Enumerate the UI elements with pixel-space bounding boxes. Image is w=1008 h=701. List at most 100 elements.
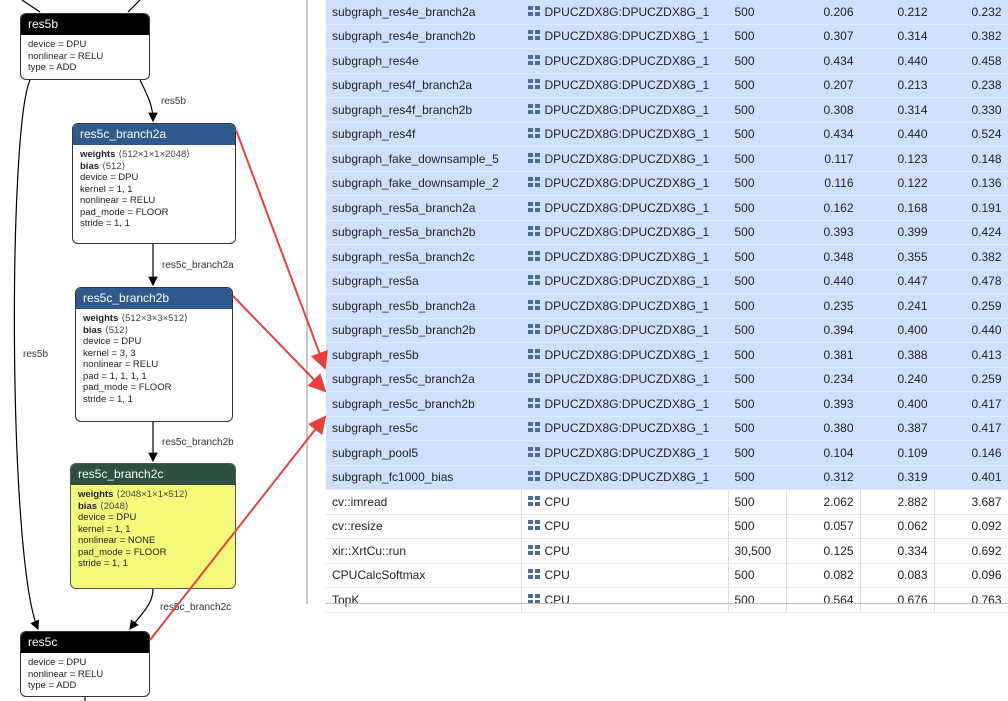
table-row[interactable]: subgraph_fake_downsample_5 DPUCZDX8G:DPUC… bbox=[326, 146, 1008, 172]
device-label: DPUCZDX8G:DPUCZDX8G_1 bbox=[544, 151, 710, 166]
cell-subgraph-name: subgraph_res5c_branch2a bbox=[326, 367, 522, 392]
cell-min: 0.348 bbox=[786, 244, 861, 270]
cell-avg: 0.213 bbox=[860, 73, 935, 98]
cell-runs: 30,500 bbox=[728, 538, 787, 564]
cell-device: DPUCZDX8G:DPUCZDX8G_1 bbox=[521, 318, 729, 343]
weights-label: weights bbox=[78, 489, 114, 500]
cell-avg: 0.083 bbox=[860, 563, 935, 588]
table-row[interactable]: subgraph_fake_downsample_2 DPUCZDX8G:DPUC… bbox=[326, 171, 1008, 196]
cell-subgraph-name: subgraph_res5a_branch2a bbox=[326, 195, 522, 221]
table-row[interactable]: subgraph_res5a DPUCZDX8G:DPUCZDX8G_1 500 0.… bbox=[326, 269, 1008, 294]
node-attr: stride = 1, 1 bbox=[78, 558, 128, 569]
table-row[interactable]: subgraph_res5b DPUCZDX8G:DPUCZDX8G_1 500 0.… bbox=[326, 342, 1008, 368]
table-row[interactable]: subgraph_fc1000_bias DPUCZDX8G:DPUCZDX8G_… bbox=[326, 465, 1008, 490]
node-attr: device = DPU bbox=[78, 512, 137, 523]
cell-subgraph-name: subgraph_res5a_branch2c bbox=[326, 244, 522, 270]
device-label: DPUCZDX8G:DPUCZDX8G_1 bbox=[544, 102, 710, 117]
weights-label: weights bbox=[80, 149, 116, 160]
weights-shape: ⟨512×3×3×512⟩ bbox=[121, 313, 188, 324]
cell-min: 0.057 bbox=[786, 514, 861, 539]
device-grid-icon bbox=[527, 250, 540, 262]
device-grid-icon bbox=[527, 422, 540, 433]
cell-avg: 0.212 bbox=[860, 0, 935, 25]
node-attr: nonlinear = RELU bbox=[80, 195, 156, 206]
graph-node-res5c-branch2a[interactable]: res5c_branch2a weights ⟨512×1×1×2048⟩ bia… bbox=[72, 123, 236, 244]
graph-node-res5c-branch2b[interactable]: res5c_branch2b weights ⟨512×3×3×512⟩ bias… bbox=[75, 287, 233, 422]
device-label: DPUCZDX8G:DPUCZDX8G_1 bbox=[544, 470, 710, 485]
cell-runs: 500 bbox=[728, 293, 787, 319]
node-title: res5b bbox=[21, 14, 149, 35]
table-row[interactable]: subgraph_res5a_branch2a DPUCZDX8G:DPUCZDX… bbox=[326, 195, 1008, 221]
cell-avg: 0.314 bbox=[860, 97, 935, 123]
cell-subgraph-name: CPUCalcSoftmax bbox=[326, 563, 522, 588]
cell-min: 0.235 bbox=[786, 293, 861, 319]
graph-node-res5c-branch2c[interactable]: res5c_branch2c weights ⟨2048×1×1×512⟩ bia… bbox=[70, 463, 236, 589]
cell-min: 0.434 bbox=[786, 122, 861, 147]
table-row[interactable]: subgraph_res4e_branch2a DPUCZDX8G:DPUCZDX… bbox=[326, 0, 1008, 25]
bias-label: bias bbox=[80, 160, 100, 172]
cell-runs: 500 bbox=[728, 24, 787, 49]
table-row[interactable]: xir::XrtCu::run CPU 30,500 0.125 0.334 0.692 bbox=[326, 538, 1008, 564]
table-row[interactable]: subgraph_res4f_branch2a DPUCZDX8G:DPUCZDX… bbox=[326, 73, 1008, 98]
cell-min: 0.162 bbox=[786, 195, 861, 221]
device-label: DPUCZDX8G:DPUCZDX8G_1 bbox=[544, 53, 710, 68]
table-row[interactable]: TopK CPU 500 0.564 0.676 0.763 bbox=[326, 587, 1008, 613]
device-grid-icon bbox=[527, 5, 540, 17]
table-row[interactable]: subgraph_res4e_branch2b DPUCZDX8G:DPUCZDX… bbox=[326, 24, 1008, 49]
bias-label: bias bbox=[83, 324, 103, 336]
device-label: CPU bbox=[544, 543, 570, 558]
table-row[interactable]: CPUCalcSoftmax CPU 500 0.082 0.083 0.096 bbox=[326, 563, 1008, 588]
device-grid-icon bbox=[527, 275, 540, 286]
graph-node-res5b[interactable]: res5b device = DPU nonlinear = RELU type… bbox=[20, 13, 150, 80]
graph-view: res5b device = DPU nonlinear = RELU type… bbox=[0, 0, 306, 701]
cell-device: CPU bbox=[521, 538, 729, 564]
device-grid-icon bbox=[527, 226, 540, 237]
table-row[interactable]: subgraph_res4f_branch2b DPUCZDX8G:DPUCZDX… bbox=[326, 97, 1008, 123]
cell-avg: 0.122 bbox=[860, 171, 935, 196]
node-title: res5c_branch2c bbox=[71, 464, 235, 485]
weights-shape: ⟨2048×1×1×512⟩ bbox=[116, 489, 188, 500]
cell-subgraph-name: subgraph_fake_downsample_2 bbox=[326, 171, 522, 196]
node-title: res5c bbox=[21, 632, 149, 653]
table-row[interactable]: subgraph_res5c_branch2b DPUCZDX8G:DPUCZDX… bbox=[326, 391, 1008, 417]
table-row[interactable]: subgraph_res5a_branch2c DPUCZDX8G:DPUCZDX… bbox=[326, 244, 1008, 270]
pane-splitter[interactable] bbox=[306, 0, 308, 604]
table-row[interactable]: cv::imread CPU 500 2.062 2.882 3.687 bbox=[326, 489, 1008, 515]
cell-min: 0.380 bbox=[786, 416, 861, 441]
cell-device: DPUCZDX8G:DPUCZDX8G_1 bbox=[521, 97, 729, 123]
cell-avg: 0.109 bbox=[860, 440, 935, 466]
cell-runs: 500 bbox=[728, 48, 787, 74]
device-grid-icon bbox=[527, 30, 540, 41]
graph-node-res5c[interactable]: res5c device = DPU nonlinear = RELU type… bbox=[20, 631, 150, 697]
cell-min: 0.116 bbox=[786, 171, 861, 196]
cell-runs: 500 bbox=[728, 342, 787, 368]
table-row[interactable]: subgraph_res5c_branch2a DPUCZDX8G:DPUCZDX… bbox=[326, 367, 1008, 392]
table-row[interactable]: cv::resize CPU 500 0.057 0.062 0.092 bbox=[326, 514, 1008, 539]
bias-shape: ⟨512⟩ bbox=[102, 160, 126, 172]
device-grid-icon bbox=[527, 177, 540, 188]
table-row[interactable]: subgraph_res4e DPUCZDX8G:DPUCZDX8G_1 500 0.… bbox=[326, 48, 1008, 74]
node-attr: kernel = 1, 1 bbox=[80, 183, 133, 195]
cell-subgraph-name: subgraph_res5b_branch2a bbox=[326, 293, 522, 319]
table-row[interactable]: subgraph_res4f DPUCZDX8G:DPUCZDX8G_1 500 0.… bbox=[326, 122, 1008, 147]
device-label: CPU bbox=[544, 568, 570, 583]
device-label: DPUCZDX8G:DPUCZDX8G_1 bbox=[544, 249, 710, 264]
cell-device: DPUCZDX8G:DPUCZDX8G_1 bbox=[521, 146, 729, 172]
cell-runs: 500 bbox=[728, 146, 787, 172]
cell-min: 0.393 bbox=[786, 220, 861, 245]
device-grid-icon bbox=[527, 373, 540, 384]
table-row[interactable]: subgraph_res5c DPUCZDX8G:DPUCZDX8G_1 500 0.… bbox=[326, 416, 1008, 441]
cell-max: 0.424 bbox=[934, 220, 1008, 245]
device-grid-icon bbox=[527, 544, 540, 556]
cell-subgraph-name: xir::XrtCu::run bbox=[326, 538, 522, 564]
table-row[interactable]: subgraph_res5a_branch2b DPUCZDX8G:DPUCZDX… bbox=[326, 220, 1008, 245]
cell-min: 0.308 bbox=[786, 97, 861, 123]
table-row[interactable]: subgraph_res5b_branch2a DPUCZDX8G:DPUCZDX… bbox=[326, 293, 1008, 319]
table-row[interactable]: subgraph_res5b_branch2b DPUCZDX8G:DPUCZDX… bbox=[326, 318, 1008, 343]
cell-runs: 500 bbox=[728, 269, 787, 294]
table-row[interactable]: subgraph_pool5 DPUCZDX8G:DPUCZDX8G_1 500 0.… bbox=[326, 440, 1008, 466]
cell-runs: 500 bbox=[728, 489, 787, 515]
device-label: DPUCZDX8G:DPUCZDX8G_1 bbox=[544, 274, 710, 289]
cell-min: 0.206 bbox=[786, 0, 861, 25]
cell-min: 0.307 bbox=[786, 24, 861, 49]
